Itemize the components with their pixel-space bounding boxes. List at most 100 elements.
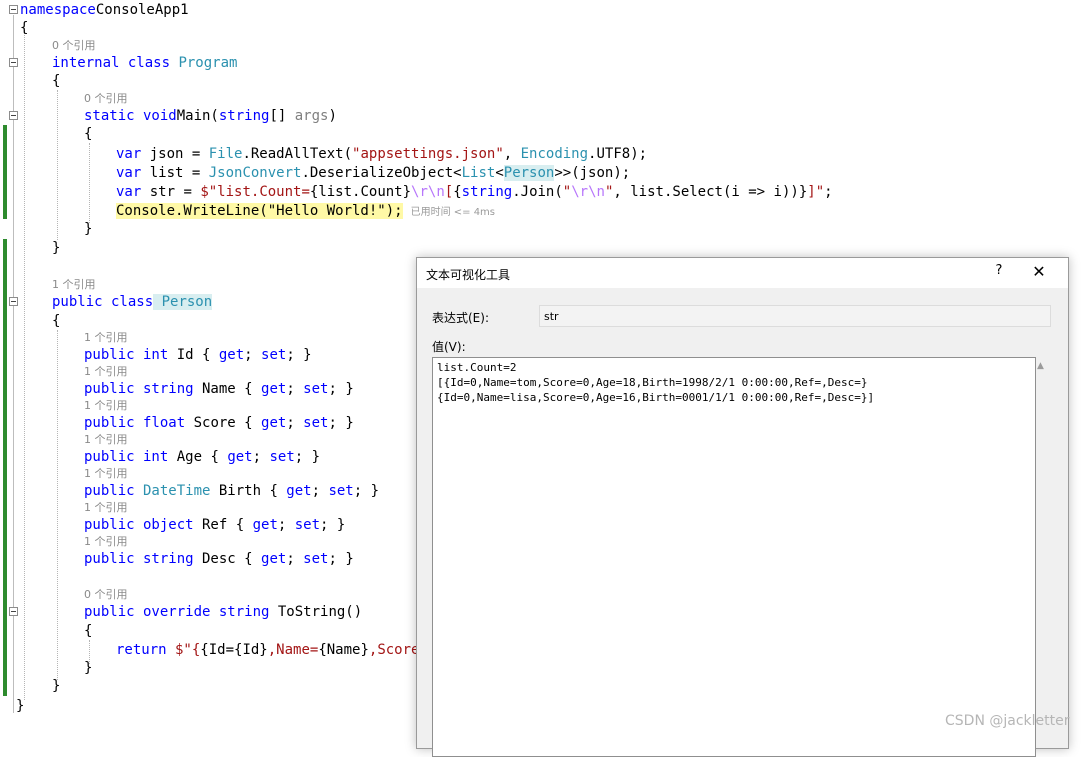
codelens-references[interactable]: 1 个引用 (84, 535, 128, 549)
code-token: Age { (168, 449, 228, 465)
code-token: public int (84, 347, 169, 363)
code-token: { (20, 20, 29, 36)
dialog-title: 文本可视化工具 (426, 268, 511, 282)
code-line[interactable]: public string Name { get; set; } (84, 380, 354, 399)
collapse-icon[interactable] (9, 111, 18, 120)
code-token: {Id= (200, 642, 235, 658)
code-line[interactable]: } (52, 677, 60, 696)
codelens-references[interactable]: 0 个引用 (84, 92, 128, 106)
code-token: Person (503, 165, 555, 181)
code-token: Score { (185, 415, 262, 431)
collapse-icon[interactable] (9, 5, 18, 14)
code-token: $"{ (166, 642, 201, 658)
code-line[interactable]: return $"{{Id={Id},Name={Name},Score= (116, 641, 428, 660)
code-token: Desc { (193, 551, 262, 567)
value-line: [{Id=0,Name=tom,Score=0,Age=18,Birth=199… (437, 376, 868, 389)
code-token: Ref { (193, 517, 253, 533)
codelens-references[interactable]: 1 个引用 (84, 365, 128, 379)
expression-label: 表达式(E): (432, 311, 489, 325)
code-line[interactable]: } (16, 697, 24, 716)
code-line[interactable]: public float Score { get; set; } (84, 414, 354, 433)
triangle-up-icon[interactable]: ▲ (1037, 361, 1044, 371)
code-token: public (84, 483, 135, 499)
code-token: get (261, 381, 287, 397)
code-line[interactable]: internal class Program (52, 54, 237, 73)
code-line[interactable]: } (84, 659, 92, 678)
code-token: set (328, 483, 354, 499)
code-token: public float (84, 415, 186, 431)
codelens-references[interactable]: 1 个引用 (84, 467, 128, 481)
code-line[interactable]: public int Age { get; set; } (84, 448, 320, 467)
code-token: } (84, 660, 93, 676)
code-line[interactable]: { (84, 622, 92, 641)
code-line[interactable]: { (84, 125, 92, 144)
code-token: } (52, 678, 61, 694)
code-token: \r\n (571, 184, 605, 200)
close-button[interactable]: ✕ (1030, 262, 1048, 281)
code-token: Birth { (210, 483, 287, 499)
code-line[interactable]: var json = File.ReadAllText("appsettings… (116, 145, 647, 164)
code-token: { (453, 184, 462, 200)
code-line[interactable]: public int Id { get; set; } (84, 346, 312, 365)
code-line[interactable]: } (52, 239, 60, 258)
code-token: public int (84, 449, 169, 465)
code-token: Id { (168, 347, 219, 363)
code-token: public class (52, 294, 154, 310)
code-token: .DeserializeObject< (301, 165, 462, 181)
dialog-titlebar[interactable]: 文本可视化工具 ? ✕ (417, 258, 1068, 288)
code-token: namespace (20, 2, 96, 18)
code-line[interactable]: namespaceConsoleApp1 (20, 1, 189, 20)
code-token: public override string (84, 604, 270, 620)
code-line[interactable]: { (20, 19, 28, 38)
code-token: $"list.Count= (200, 184, 310, 200)
code-token: File (208, 146, 243, 162)
code-token: get (252, 517, 278, 533)
code-line[interactable]: static voidMain(string[] args) (84, 107, 337, 126)
code-line[interactable]: { (52, 72, 60, 91)
code-line[interactable]: var list = JsonConvert.DeserializeObject… (116, 164, 630, 183)
collapse-icon[interactable] (9, 297, 18, 306)
code-token: get (261, 551, 287, 567)
code-token: set (303, 551, 329, 567)
expression-field[interactable]: str (539, 305, 1051, 327)
code-token: ; (286, 381, 304, 397)
code-line[interactable]: var str = $"list.Count={list.Count}\r\n[… (116, 183, 833, 202)
code-token: set (303, 381, 329, 397)
codelens-references[interactable]: 0 个引用 (84, 588, 128, 602)
help-button[interactable]: ? (990, 263, 1008, 278)
code-token: [ (444, 184, 454, 200)
code-token: ,Name= (267, 642, 319, 658)
code-line[interactable]: { (52, 312, 60, 331)
code-token: List (461, 165, 496, 181)
code-token: ; } (353, 483, 380, 499)
codelens-references[interactable]: 1 个引用 (52, 278, 96, 292)
code-token: ; (252, 449, 270, 465)
code-token: set (303, 415, 329, 431)
code-token: get (261, 415, 287, 431)
codelens-references[interactable]: 1 个引用 (84, 433, 128, 447)
code-token: get (286, 483, 312, 499)
perf-tip[interactable]: 已用时间 <= 4ms (411, 207, 495, 218)
codelens-references[interactable]: 1 个引用 (84, 331, 128, 345)
codelens-references[interactable]: 1 个引用 (84, 501, 128, 515)
code-line[interactable]: Console.WriteLine("Hello World!"); 已用时间 <… (116, 202, 495, 222)
code-line[interactable]: } (84, 220, 92, 239)
collapse-icon[interactable] (9, 607, 18, 616)
codelens-references[interactable]: 1 个引用 (84, 399, 128, 413)
code-token: , list.Select(i => i))} (613, 184, 808, 200)
code-line[interactable]: public string Desc { get; set; } (84, 550, 354, 569)
watermark: CSDN @jackletter (945, 713, 1070, 729)
code-line[interactable]: public class Person (52, 293, 213, 312)
code-line[interactable]: public override string ToString() (84, 603, 362, 622)
code-token: static void (84, 108, 177, 124)
collapse-icon[interactable] (9, 58, 18, 67)
code-token: internal class (52, 55, 171, 71)
codelens-references[interactable]: 0 个引用 (52, 39, 96, 53)
code-line[interactable]: public DateTime Birth { get; set; } (84, 482, 379, 501)
value-textarea[interactable]: list.Count=2 [{Id=0,Name=tom,Score=0,Age… (432, 357, 1036, 757)
code-token: var (116, 146, 142, 162)
code-token: json = (141, 146, 209, 162)
code-token: ; } (286, 347, 312, 363)
text-visualizer-dialog[interactable]: 文本可视化工具 ? ✕ 表达式(E): str 值(V): list.Count… (416, 257, 1069, 757)
code-line[interactable]: public object Ref { get; set; } (84, 516, 345, 535)
